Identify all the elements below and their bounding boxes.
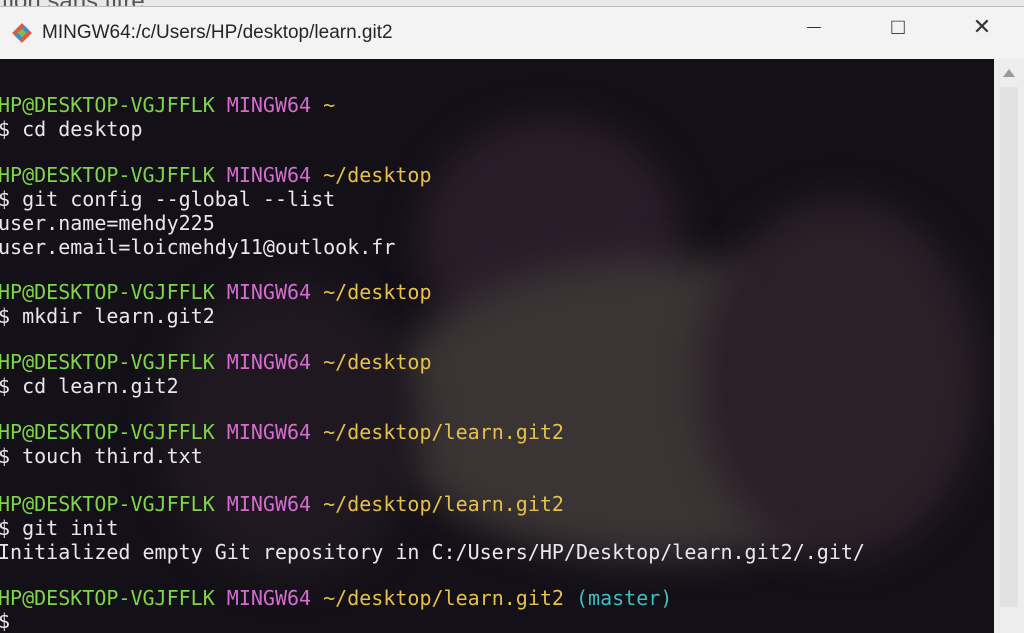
maximize-icon: □ [891,14,905,39]
command-line: $ git config --global --list [0,187,336,211]
command-line: $ mkdir learn.git2 [0,304,215,328]
output-line: Initialized empty Git repository in C:/U… [0,540,865,564]
prompt-user: HP@DESKTOP-VGJFFLK [0,586,215,610]
prompt-line: HP@DESKTOP-VGJFFLK MINGW64 ~/desktop/lea… [0,586,673,611]
prompt-line: HP@DESKTOP-VGJFFLK MINGW64 ~/desktop [0,280,432,305]
command-line: $ touch third.txt [0,444,203,468]
vertical-scrollbar[interactable] [994,59,1024,633]
command-line: $ git init [0,516,119,540]
prompt-branch: (master) [576,586,673,610]
command-line: $ cd learn.git2 [0,374,179,398]
terminal-lines: HP@DESKTOP-VGJFFLK MINGW64 ~ $ cd desktop… [0,59,994,633]
prompt-shell: MINGW64 [226,586,312,610]
prompt-path: ~/desktop/learn.git2 [323,420,564,444]
output-line: user.name=mehdy225 [0,211,215,235]
prompt-path: ~/desktop/learn.git2 [323,586,564,610]
prompt-shell: MINGW64 [226,350,312,374]
prompt-line: HP@DESKTOP-VGJFFLK MINGW64 ~/desktop [0,350,432,375]
scroll-up-arrow-icon[interactable] [1003,69,1015,77]
title-bar[interactable]: MINGW64:/c/Users/HP/desktop/learn.git2 □… [0,7,1024,59]
prompt-path: ~ [323,93,336,117]
prompt-path: ~/desktop/learn.git2 [323,492,564,516]
prompt-line: HP@DESKTOP-VGJFFLK MINGW64 ~/desktop/lea… [0,420,564,445]
close-icon: ✕ [972,14,992,39]
prompt-path: ~/desktop [323,280,432,304]
prompt-user: HP@DESKTOP-VGJFFLK [0,280,215,304]
command-line: $ cd desktop [0,117,143,141]
prompt-shell: MINGW64 [226,420,312,444]
prompt-user: HP@DESKTOP-VGJFFLK [0,163,215,187]
window-controls: □ ✕ [772,7,1024,47]
prompt-shell: MINGW64 [226,163,312,187]
git-diamond-icon [10,21,34,45]
minimize-button[interactable] [772,7,856,47]
prompt-user: HP@DESKTOP-VGJFFLK [0,420,215,444]
window-title: MINGW64:/c/Users/HP/desktop/learn.git2 [42,22,393,43]
minimize-icon [807,26,821,28]
command-line: $ [0,609,11,633]
prompt-shell: MINGW64 [226,93,312,117]
close-button[interactable]: ✕ [940,7,1024,47]
prompt-path: ~/desktop [323,350,432,374]
terminal-output-area[interactable]: HP@DESKTOP-VGJFFLK MINGW64 ~ $ cd desktop… [0,59,994,633]
prompt-line: HP@DESKTOP-VGJFFLK MINGW64 ~/desktop [0,163,432,188]
output-line: user.email=loicmehdy11@outlook.fr [0,235,396,259]
maximize-button[interactable]: □ [856,7,940,47]
prompt-shell: MINGW64 [226,492,312,516]
prompt-user: HP@DESKTOP-VGJFFLK [0,350,215,374]
prompt-line: HP@DESKTOP-VGJFFLK MINGW64 ~/desktop/lea… [0,492,564,517]
scrollbar-thumb[interactable] [1000,87,1018,607]
terminal-window: MINGW64:/c/Users/HP/desktop/learn.git2 □… [0,6,1024,633]
prompt-user: HP@DESKTOP-VGJFFLK [0,492,215,516]
prompt-shell: MINGW64 [226,280,312,304]
prompt-path: ~/desktop [323,163,432,187]
prompt-line: HP@DESKTOP-VGJFFLK MINGW64 ~ [0,93,336,118]
prompt-user: HP@DESKTOP-VGJFFLK [0,93,215,117]
